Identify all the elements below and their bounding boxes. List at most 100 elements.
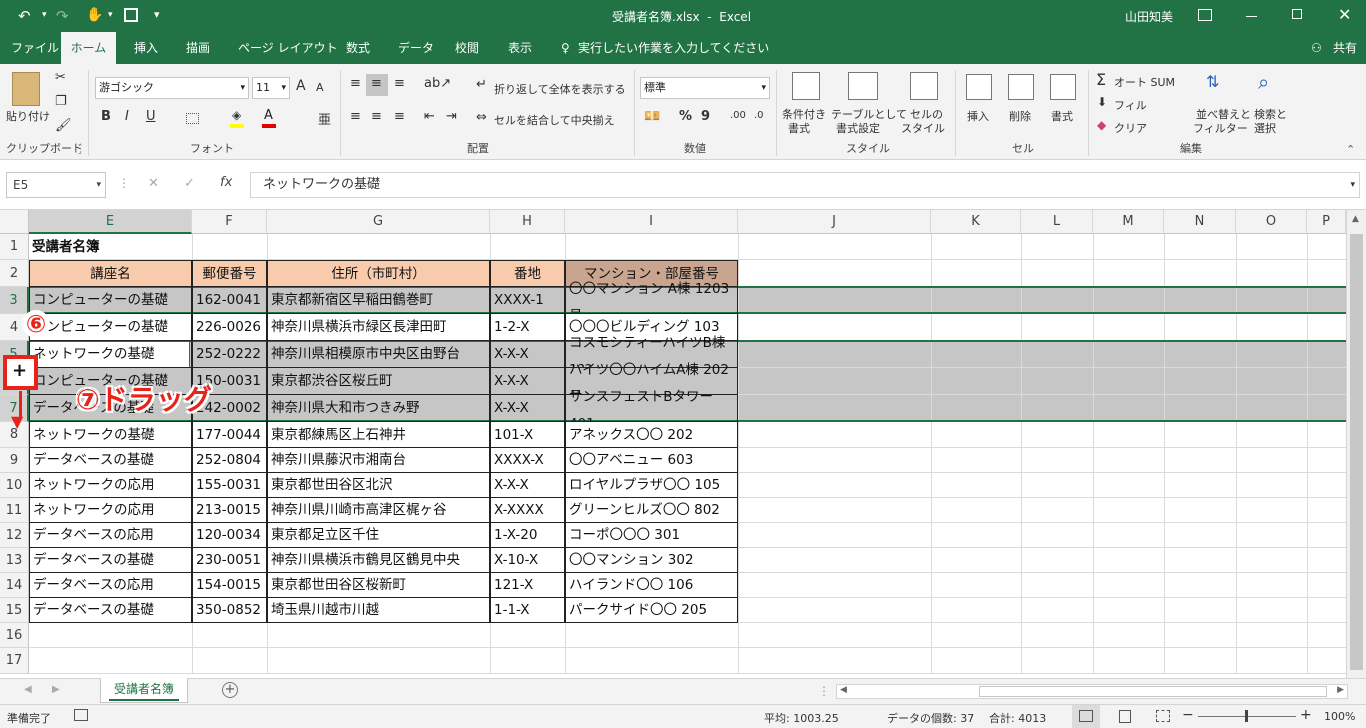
row-header-2[interactable]: 2 [0, 260, 29, 287]
column-header-e[interactable]: E [29, 210, 192, 234]
table-data-cell[interactable]: パークサイド〇〇 205 [565, 598, 738, 623]
table-header-cell[interactable]: 郵便番号 [192, 260, 267, 287]
scroll-thumb[interactable] [1350, 234, 1363, 670]
h-scroll-thumb[interactable] [979, 686, 1327, 697]
column-header-m[interactable]: M [1093, 210, 1164, 234]
table-data-cell[interactable]: 神奈川県相模原市中央区由野台 [267, 341, 490, 368]
table-data-cell[interactable]: 1-X-20 [490, 523, 565, 548]
autosum-button[interactable]: オート SUM [1114, 74, 1175, 90]
row-header-9[interactable]: 9 [0, 448, 29, 473]
table-data-cell[interactable]: 東京都世田谷区桜新町 [267, 573, 490, 598]
bold-button[interactable]: B [101, 109, 111, 124]
row-header-15[interactable]: 15 [0, 598, 29, 623]
fill-button[interactable]: フィル [1114, 97, 1147, 113]
number-format-select[interactable]: 標準 ▾ [640, 77, 770, 99]
increase-indent-icon[interactable]: ⇥ [446, 109, 457, 124]
table-data-cell[interactable]: 神奈川県横浜市鶴見区鶴見中央 [267, 548, 490, 573]
cancel-icon[interactable]: ✕ [148, 176, 159, 191]
qat-customize-icon[interactable]: ▾ [154, 8, 160, 21]
column-header-o[interactable]: O [1236, 210, 1307, 234]
sheet-tab-active[interactable]: 受講者名簿 [100, 678, 188, 703]
tab-review[interactable]: 校閲 [455, 32, 479, 64]
table-data-cell[interactable]: 120-0034 [192, 523, 267, 548]
zoom-slider-thumb[interactable] [1245, 710, 1248, 722]
table-data-cell[interactable]: 155-0031 [192, 473, 267, 498]
table-data-cell[interactable]: ハイランド〇〇 106 [565, 573, 738, 598]
orientation-icon[interactable]: ab↗ [424, 76, 451, 91]
split-handle-icon[interactable]: ⋮ [818, 684, 830, 698]
collapse-ribbon-icon[interactable]: ⌃ [1346, 143, 1355, 156]
table-data-cell[interactable]: 1-2-X [490, 314, 565, 341]
paste-icon[interactable] [12, 72, 40, 106]
restore-icon[interactable] [1292, 9, 1302, 19]
row-header-17[interactable]: 17 [0, 648, 29, 674]
table-data-cell[interactable]: コーポ〇〇〇 301 [565, 523, 738, 548]
border-icon[interactable] [186, 113, 199, 124]
table-data-cell[interactable]: 東京都練馬区上石神井 [267, 422, 490, 448]
ribbon-display-options-icon[interactable] [1198, 9, 1212, 21]
tell-me-box[interactable]: 実行したい作業を入力してください [578, 32, 769, 64]
italic-button[interactable]: I [125, 109, 129, 124]
row-header-12[interactable]: 12 [0, 523, 29, 548]
align-middle-icon[interactable]: ≡ [371, 76, 382, 91]
tab-formulas[interactable]: 数式 [346, 32, 370, 64]
touch-mode-icon[interactable]: ✋ [86, 7, 103, 23]
currency-icon[interactable]: 💴 [644, 109, 660, 124]
tab-view[interactable]: 表示 [508, 32, 532, 64]
paint-bucket-icon[interactable]: ◈ [232, 108, 241, 122]
table-header-cell[interactable]: 講座名 [29, 260, 192, 287]
macro-record-icon[interactable] [74, 709, 88, 721]
table-data-cell[interactable]: コンピューターの基礎 [29, 314, 192, 341]
table-data-cell[interactable]: 252-0222 [192, 341, 267, 368]
format-painter-icon[interactable]: 🖌 [55, 118, 72, 133]
zoom-out-icon[interactable]: − [1182, 707, 1194, 723]
align-left-icon[interactable]: ≡ [350, 109, 361, 124]
table-data-cell[interactable]: X-X-X [490, 395, 565, 422]
table-data-cell[interactable]: 1-1-X [490, 598, 565, 623]
touch-dropdown-icon[interactable]: ▾ [108, 10, 113, 20]
tab-page-layout[interactable]: ページ レイアウト [238, 32, 338, 64]
table-data-cell[interactable]: X-X-X [490, 341, 565, 368]
table-data-cell[interactable]: X-X-X [490, 473, 565, 498]
table-data-cell[interactable]: 東京都足立区千住 [267, 523, 490, 548]
table-data-cell[interactable]: XXXX-1 [490, 287, 565, 314]
table-data-cell[interactable]: グリーンヒルズ〇〇 802 [565, 498, 738, 523]
redo-icon[interactable]: ↷ [56, 7, 69, 25]
column-header-i[interactable]: I [565, 210, 738, 234]
row-header-11[interactable]: 11 [0, 498, 29, 523]
table-data-cell[interactable]: 154-0015 [192, 573, 267, 598]
share-button[interactable]: 共有 [1333, 32, 1357, 64]
tab-data[interactable]: データ [398, 32, 434, 64]
insert-button[interactable]: 挿入 [967, 108, 989, 124]
close-icon[interactable]: ✕ [1338, 5, 1351, 24]
merge-center-button[interactable]: セルを結合して中央揃え [494, 112, 615, 128]
enter-icon[interactable]: ✓ [184, 176, 195, 191]
table-data-cell[interactable]: ネットワークの応用 [29, 473, 192, 498]
table-data-cell[interactable]: コンピューターの基礎 [29, 287, 192, 314]
font-name-select[interactable]: 游ゴシック ▾ [95, 77, 249, 99]
table-data-cell[interactable]: 〇〇マンション A棟 1203号 [565, 276, 738, 314]
table-header-cell[interactable]: 番地 [490, 260, 565, 287]
undo-icon[interactable]: ↶ [18, 7, 31, 25]
tab-insert[interactable]: 挿入 [134, 32, 158, 64]
table-data-cell[interactable]: サンスフェストBタワー 401 [565, 384, 738, 422]
scroll-up-icon[interactable]: ▲ [1352, 214, 1359, 224]
table-data-cell[interactable]: データベースの応用 [29, 573, 192, 598]
align-bottom-icon[interactable]: ≡ [394, 76, 405, 91]
comma-button[interactable]: 9 [701, 109, 710, 124]
table-data-cell[interactable]: X-XXXX [490, 498, 565, 523]
font-size-select[interactable]: 11 ▾ [252, 77, 290, 99]
cut-icon[interactable]: ✂ [55, 70, 66, 85]
expand-formula-icon[interactable]: ▾ [1350, 173, 1355, 197]
cond-format-label-2[interactable]: 書式 [788, 120, 810, 136]
column-header-l[interactable]: L [1021, 210, 1093, 234]
scroll-right-icon[interactable]: ▶ [1337, 685, 1344, 695]
column-header-h[interactable]: H [490, 210, 565, 234]
table-format-label-2[interactable]: 書式設定 [836, 120, 880, 136]
table-data-cell[interactable]: ネットワークの応用 [29, 498, 192, 523]
align-center-icon[interactable]: ≡ [371, 109, 382, 124]
table-data-cell[interactable]: データベースの基礎 [29, 548, 192, 573]
user-name[interactable]: 山田知美 [1125, 8, 1173, 25]
table-data-cell[interactable]: 神奈川県藤沢市湘南台 [267, 448, 490, 473]
align-right-icon[interactable]: ≡ [394, 109, 405, 124]
